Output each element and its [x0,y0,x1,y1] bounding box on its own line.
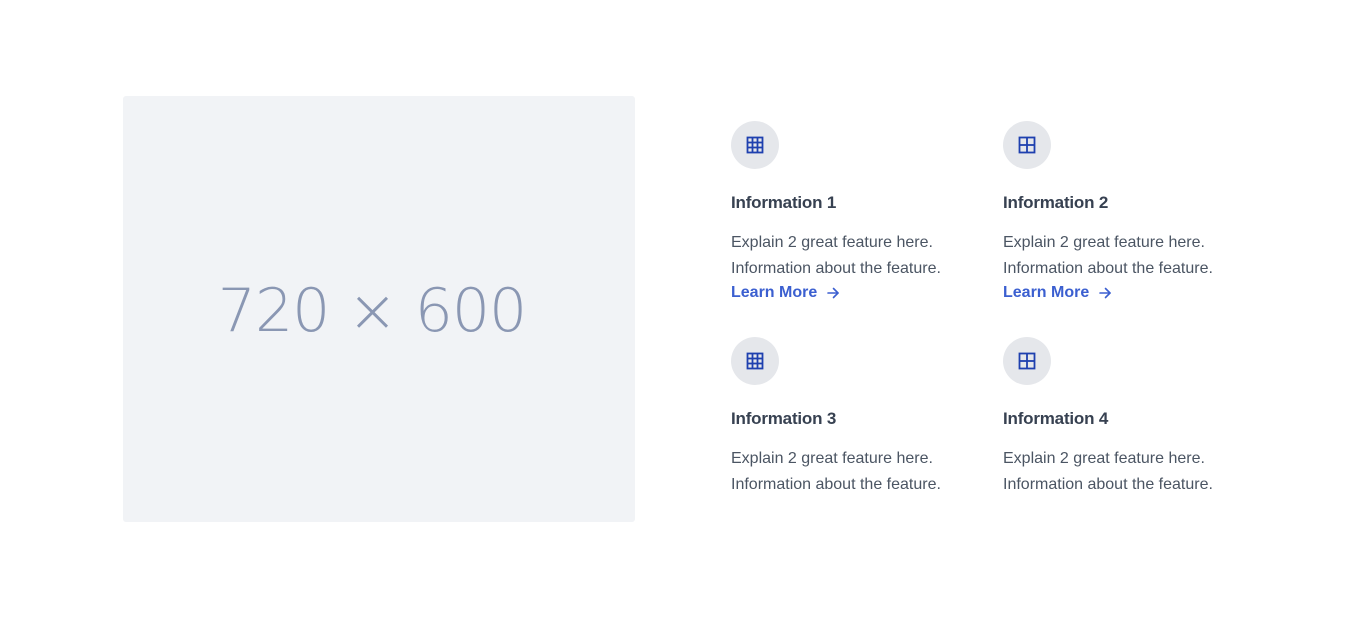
window-grid-icon [1018,136,1036,154]
feature-icon-circle [731,337,779,385]
table-grid-icon [746,352,764,370]
feature-description-line: Information about the feature. [731,260,941,277]
learn-more-label: Learn More [1003,284,1090,301]
learn-more-link[interactable]: Learn More [1003,281,1112,305]
learn-more-label: Learn More [731,284,818,301]
feature-description: Explain 2 great feature here. Informatio… [731,230,981,282]
feature-description-line: Explain 2 great feature here. [731,234,933,251]
feature-item-4: Information 4 Explain 2 great feature he… [1003,337,1253,498]
table-grid-icon [746,136,764,154]
feature-description-line: Explain 2 great feature here. [1003,450,1205,467]
feature-description-line: Information about the feature. [1003,476,1213,493]
feature-description: Explain 2 great feature here. Informatio… [731,446,981,498]
feature-description-line: Information about the feature. [731,476,941,493]
placeholder-dimensions: 720 × 600 [217,276,527,346]
arrow-right-icon [1099,287,1112,299]
feature-description: Explain 2 great feature here. Informatio… [1003,230,1253,282]
feature-icon-circle [1003,121,1051,169]
feature-item-3: Information 3 Explain 2 great feature he… [731,337,981,498]
feature-description: Explain 2 great feature here. Informatio… [1003,446,1253,498]
learn-more-link[interactable]: Learn More [731,281,840,305]
feature-description-line: Explain 2 great feature here. [1003,234,1205,251]
feature-title: Information 2 [1003,193,1109,212]
feature-title: Information 1 [731,193,837,212]
feature-description-line: Explain 2 great feature here. [731,450,933,467]
feature-title: Information 3 [731,409,837,428]
feature-icon-circle [1003,337,1051,385]
feature-icon-circle [731,121,779,169]
feature-item-2: Information 2 Explain 2 great feature he… [1003,121,1253,305]
arrow-right-icon [827,287,840,299]
features-section: 720 × 600 Information 1 Explain 2 great … [0,0,1366,619]
feature-title: Information 4 [1003,409,1109,428]
window-grid-icon [1018,352,1036,370]
feature-description-line: Information about the feature. [1003,260,1213,277]
feature-item-1: Information 1 Explain 2 great feature he… [731,121,981,305]
image-placeholder: 720 × 600 [123,96,635,522]
